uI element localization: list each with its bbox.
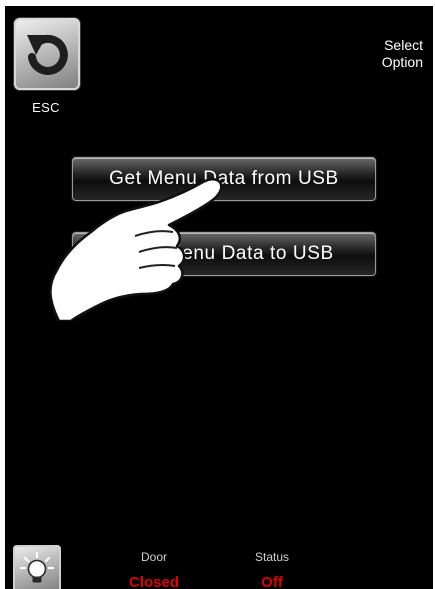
get-menu-data-button[interactable]: Get Menu Data from USB <box>72 157 376 201</box>
esc-button[interactable] <box>14 18 80 90</box>
door-label: Door <box>140 550 167 564</box>
door-value: Closed <box>128 574 179 589</box>
undo-arrow-icon <box>27 35 68 75</box>
prompt-line-2: Option <box>381 54 423 70</box>
esc-label: ESC <box>32 100 60 115</box>
status-label: Status <box>254 550 290 564</box>
light-toggle-button[interactable] <box>13 545 61 589</box>
door-status: Door Closed <box>109 550 199 589</box>
unit-status: Status Off <box>227 550 317 589</box>
light-bulb-icon <box>20 552 54 583</box>
status-value: Off <box>261 574 283 589</box>
controller-screen: ESC Select Option Get Menu Data from USB… <box>5 6 433 589</box>
prompt-line-1: Select <box>384 37 423 53</box>
select-option-prompt: Select Option <box>333 37 423 71</box>
save-menu-data-button[interactable]: Save Menu Data to USB <box>72 232 376 276</box>
